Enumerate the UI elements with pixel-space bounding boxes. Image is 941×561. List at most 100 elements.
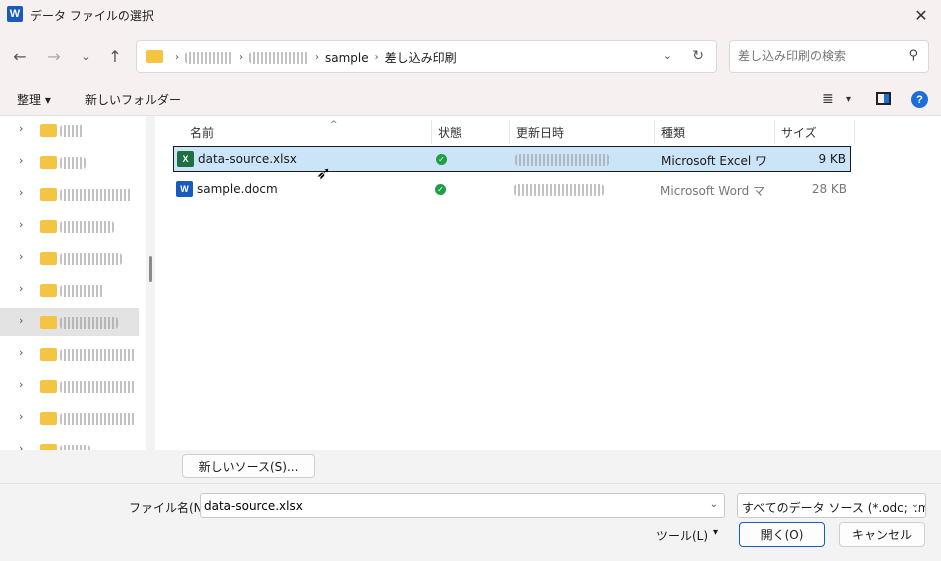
sidebar-item-label bbox=[60, 413, 136, 425]
chevron-right-icon[interactable]: › bbox=[19, 314, 23, 327]
column-header-status[interactable]: 状態 bbox=[432, 120, 510, 144]
search-icon[interactable]: ⚲ bbox=[908, 48, 918, 63]
title-bar: W データ ファイルの選択 ✕ bbox=[0, 0, 941, 30]
sidebar-item[interactable]: › bbox=[0, 372, 139, 400]
word-app-icon: W bbox=[7, 6, 23, 22]
recent-locations-button[interactable]: ⌄ bbox=[74, 44, 98, 68]
chevron-right-icon[interactable]: › bbox=[19, 122, 23, 135]
chevron-right-icon: › bbox=[374, 52, 379, 63]
folder-icon bbox=[40, 284, 57, 297]
chevron-down-icon[interactable]: ▾ bbox=[846, 94, 851, 105]
file-type: Microsoft Excel ワ bbox=[661, 154, 768, 168]
refresh-icon[interactable]: ↻ bbox=[692, 48, 704, 64]
chevron-right-icon: › bbox=[175, 52, 179, 63]
folder-icon bbox=[40, 252, 57, 265]
chevron-right-icon[interactable]: › bbox=[19, 250, 23, 263]
sidebar-item[interactable]: › bbox=[0, 148, 139, 176]
chevron-down-icon[interactable]: ⌄ bbox=[710, 499, 718, 510]
sidebar-item[interactable]: › bbox=[0, 404, 139, 432]
scrollbar-thumb[interactable] bbox=[149, 256, 152, 282]
chevron-right-icon[interactable]: › bbox=[19, 442, 23, 450]
folder-icon bbox=[40, 444, 57, 450]
sidebar-item-label bbox=[60, 221, 114, 233]
new-folder-button[interactable]: 新しいフォルダー bbox=[85, 91, 181, 108]
sidebar-item[interactable]: › bbox=[0, 436, 139, 450]
file-size: 28 KB bbox=[811, 182, 847, 196]
close-icon: ✕ bbox=[914, 5, 928, 25]
breadcrumb-redacted[interactable] bbox=[249, 51, 309, 64]
column-name-label: 名前 bbox=[190, 126, 215, 140]
file-row-sample[interactable]: W sample.docm ✓ Microsoft Word マ 28 KB bbox=[173, 177, 851, 203]
chevron-right-icon[interactable]: › bbox=[19, 346, 23, 359]
preview-pane-icon[interactable] bbox=[876, 92, 891, 105]
sidebar-item-label bbox=[60, 317, 118, 329]
new-source-button[interactable]: 新しいソース(S)... bbox=[182, 454, 315, 478]
column-header-name[interactable]: 名前 ^ bbox=[184, 120, 432, 144]
forward-arrow-icon: → bbox=[47, 46, 61, 66]
file-row-data-source[interactable]: X data-source.xlsx ✓ Microsoft Excel ワ 9… bbox=[173, 146, 851, 172]
sidebar-scrollbar[interactable] bbox=[146, 116, 155, 450]
column-header-size[interactable]: サイズ bbox=[775, 120, 855, 144]
file-name: data-source.xlsx bbox=[198, 152, 297, 166]
up-button[interactable]: ↑ bbox=[103, 44, 127, 68]
search-box[interactable]: ⚲ bbox=[729, 40, 929, 73]
chevron-right-icon[interactable]: › bbox=[19, 378, 23, 391]
sidebar-item[interactable]: › bbox=[0, 212, 139, 240]
excel-file-icon: X bbox=[177, 151, 194, 167]
sync-ok-icon: ✓ bbox=[435, 184, 446, 195]
command-bar: 整理 ▾ 新しいフォルダー ≣ ▾ ? bbox=[0, 82, 941, 116]
help-icon[interactable]: ? bbox=[911, 91, 928, 108]
filename-combobox[interactable]: ⌄ bbox=[200, 493, 725, 518]
chevron-right-icon[interactable]: › bbox=[19, 186, 23, 199]
breadcrumb-current[interactable]: 差し込み印刷 bbox=[385, 49, 457, 66]
sidebar-item[interactable]: › bbox=[0, 276, 139, 304]
search-input[interactable] bbox=[738, 49, 898, 63]
sidebar-item[interactable]: › bbox=[0, 180, 139, 208]
folder-icon bbox=[146, 50, 163, 63]
back-button[interactable]: ← bbox=[8, 44, 32, 68]
chevron-right-icon[interactable]: › bbox=[19, 154, 23, 167]
chevron-right-icon[interactable]: › bbox=[19, 410, 23, 423]
word-file-icon: W bbox=[176, 181, 193, 197]
sidebar-item-label bbox=[60, 445, 90, 450]
breadcrumb-redacted[interactable] bbox=[185, 51, 233, 64]
sidebar-item-label bbox=[60, 189, 132, 201]
sidebar-item[interactable]: › bbox=[0, 340, 139, 368]
filetype-select[interactable]: すべてのデータ ソース (*.odc;*.mdb ⌄ bbox=[737, 493, 926, 518]
view-options-icon[interactable]: ≣ bbox=[822, 91, 834, 107]
column-header-modified[interactable]: 更新日時 bbox=[510, 120, 655, 144]
address-bar[interactable]: › › › sample › 差し込み印刷 ⌄ ↻ bbox=[136, 40, 717, 73]
window-title: データ ファイルの選択 bbox=[30, 9, 154, 23]
navigation-bar: ← → ⌄ ↑ › › › sample › 差し込み印刷 ⌄ ↻ ⚲ bbox=[0, 30, 941, 82]
file-name: sample.docm bbox=[197, 182, 278, 196]
sidebar-item-label bbox=[60, 253, 122, 265]
column-header-type[interactable]: 種類 bbox=[655, 120, 775, 144]
chevron-down-icon[interactable]: ⌄ bbox=[907, 499, 919, 510]
sidebar-item-label bbox=[60, 349, 136, 361]
breadcrumb: › › › sample › 差し込み印刷 bbox=[169, 49, 457, 66]
tools-button[interactable]: ツール(L) bbox=[656, 527, 708, 544]
sort-ascending-icon: ^ bbox=[330, 120, 338, 130]
chevron-down-icon[interactable]: ⌄ bbox=[663, 49, 672, 62]
organize-button[interactable]: 整理 ▾ bbox=[17, 91, 51, 108]
chevron-down-icon: ⌄ bbox=[81, 49, 91, 63]
filename-input[interactable] bbox=[204, 499, 694, 513]
file-type: Microsoft Word マ bbox=[660, 184, 766, 198]
folder-icon bbox=[40, 316, 57, 329]
forward-button[interactable]: → bbox=[42, 44, 66, 68]
folder-icon bbox=[40, 124, 57, 137]
close-button[interactable]: ✕ bbox=[901, 0, 941, 30]
folder-icon bbox=[40, 220, 57, 233]
file-list: 名前 ^ 状態 更新日時 種類 サイズ X data-source.xlsx ✓… bbox=[155, 116, 941, 450]
chevron-right-icon[interactable]: › bbox=[19, 282, 23, 295]
folder-icon bbox=[40, 156, 57, 169]
folder-icon bbox=[40, 380, 57, 393]
sidebar-item[interactable]: › bbox=[0, 116, 139, 144]
sidebar-item[interactable]: › bbox=[0, 244, 139, 272]
open-button[interactable]: 開く(O) bbox=[739, 522, 825, 547]
breadcrumb-sample[interactable]: sample bbox=[325, 51, 369, 65]
cancel-button[interactable]: キャンセル bbox=[839, 522, 925, 547]
sidebar-item-selected[interactable]: › bbox=[0, 308, 139, 336]
chevron-down-icon[interactable]: ▾ bbox=[713, 527, 718, 538]
chevron-right-icon[interactable]: › bbox=[19, 218, 23, 231]
